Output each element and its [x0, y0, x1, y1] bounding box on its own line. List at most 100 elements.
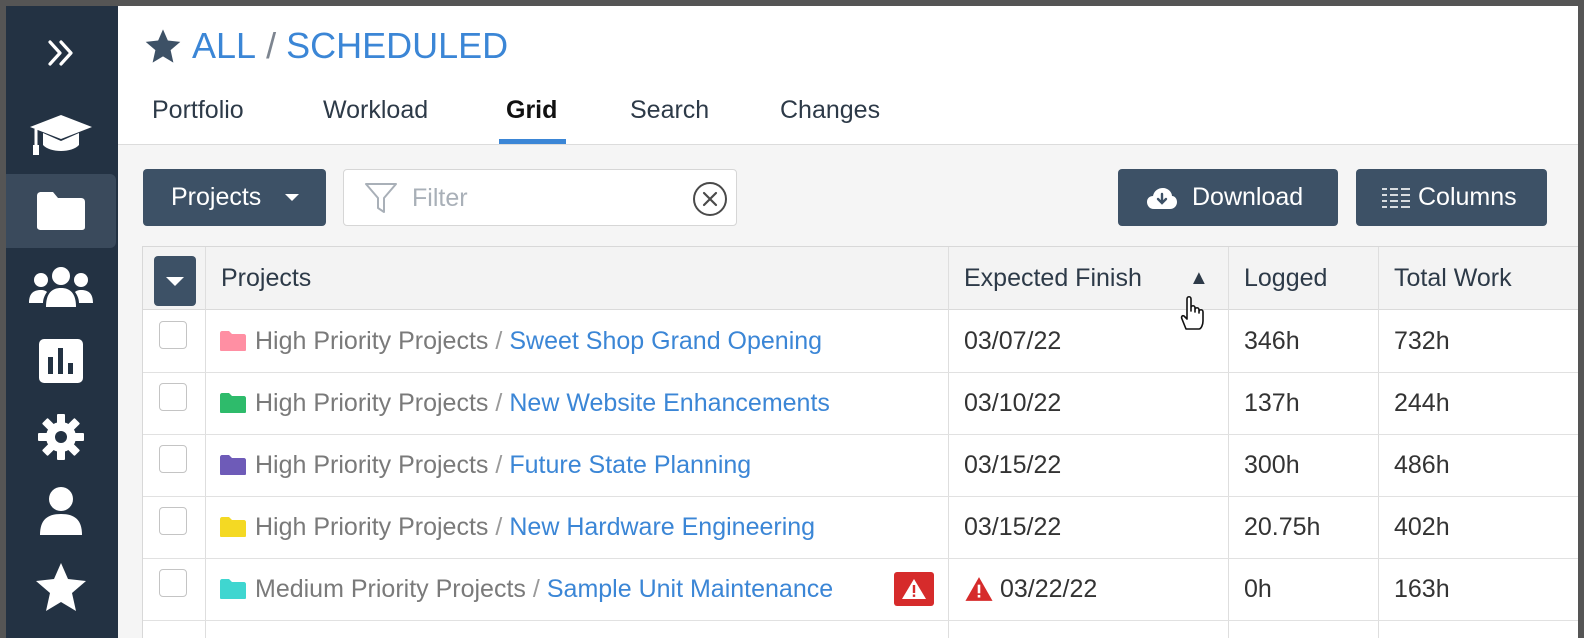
expand-sidebar-button[interactable]: [6, 16, 116, 90]
path-separator: /: [495, 326, 503, 355]
project-link[interactable]: Sweet Shop Grand Opening: [509, 327, 822, 356]
graduation-cap-icon: [30, 115, 92, 155]
tab-portfolio[interactable]: Portfolio: [152, 92, 244, 144]
download-button[interactable]: Download: [1118, 169, 1338, 226]
row-checkbox[interactable]: [159, 445, 187, 473]
tab-grid[interactable]: Grid: [506, 92, 557, 144]
select-all-dropdown[interactable]: [154, 256, 196, 306]
project-group-label: Medium Priority Projects: [255, 574, 526, 603]
row-checkbox[interactable]: [159, 321, 187, 349]
filter-input[interactable]: [410, 182, 674, 214]
filter-funnel-icon: [365, 183, 397, 213]
star-icon: [36, 563, 86, 611]
double-chevron-right-icon: [48, 40, 73, 66]
projects-dropdown-button[interactable]: Projects: [143, 169, 326, 226]
table-row[interactable]: Medium Priority Projects / Sample Unit M…: [143, 558, 1578, 621]
column-header-projects[interactable]: Projects: [221, 247, 311, 309]
logged-cell: 20.75h: [1244, 512, 1321, 541]
folder-icon: [220, 331, 246, 351]
project-group-label: High Priority Projects: [255, 450, 489, 479]
grid-header-row: Projects Expected Finish ▲ Logged Total …: [143, 247, 1578, 330]
warning-triangle-icon: [965, 577, 993, 601]
expected-finish-cell: 03/15/22: [964, 450, 1062, 479]
total-work-cell: 732h: [1394, 326, 1450, 355]
logged-cell: 0h: [1244, 574, 1272, 603]
filter-field[interactable]: [343, 169, 737, 226]
table-row[interactable]: High Priority Projects / New Hardware En…: [143, 496, 1578, 559]
project-link[interactable]: New Hardware Engineering: [509, 513, 815, 542]
expected-finish-cell: 03/07/22: [964, 326, 1062, 355]
sidebar-item-people[interactable]: [6, 250, 116, 324]
columns-button[interactable]: Columns: [1356, 169, 1547, 226]
tab-search[interactable]: Search: [630, 92, 709, 144]
path-separator: /: [495, 388, 503, 417]
caret-down-icon: [285, 194, 299, 201]
project-cell: High Priority Projects / New Hardware En…: [219, 496, 815, 558]
logged-cell: 300h: [1244, 450, 1300, 479]
row-checkbox[interactable]: [159, 569, 187, 597]
caret-down-icon: [166, 277, 184, 286]
bar-chart-icon: [39, 339, 83, 383]
column-header-logged[interactable]: Logged: [1244, 247, 1327, 309]
warning-triangle-icon: [902, 579, 926, 599]
project-link[interactable]: New Website Enhancements: [509, 389, 830, 418]
project-group-label: High Priority Projects: [255, 388, 489, 417]
path-separator: /: [532, 574, 540, 603]
expected-finish-cell: 03/10/22: [964, 388, 1062, 417]
project-link[interactable]: Future State Planning: [509, 451, 751, 480]
column-header-expected-finish[interactable]: Expected Finish: [964, 247, 1142, 309]
project-link[interactable]: Sample Unit Maintenance: [547, 575, 833, 604]
users-icon: [29, 267, 93, 307]
project-cell: High Priority Projects / New Website Enh…: [219, 372, 830, 434]
logged-cell: 137h: [1244, 388, 1300, 417]
tab-workload[interactable]: Workload: [323, 92, 428, 144]
row-checkbox[interactable]: [159, 507, 187, 535]
projects-grid: Projects Expected Finish ▲ Logged Total …: [142, 246, 1578, 638]
table-row[interactable]: High Priority Projects / Sweet Shop Gran…: [143, 310, 1578, 373]
project-cell: High Priority Projects / Sweet Shop Gran…: [219, 310, 822, 372]
logged-cell: 346h: [1244, 326, 1300, 355]
sidebar-item-settings[interactable]: [6, 400, 116, 474]
sort-ascending-icon[interactable]: ▲: [1189, 267, 1209, 290]
sidebar-item-account[interactable]: [6, 474, 116, 548]
table-row[interactable]: High Priority Projects / New Website Enh…: [143, 372, 1578, 435]
expected-finish-value: 03/22/22: [1000, 574, 1098, 603]
project-group-label: High Priority Projects: [255, 512, 489, 541]
project-cell: Medium Priority Projects / Sample Unit M…: [219, 558, 833, 620]
expected-finish-cell: 03/22/22: [964, 558, 1097, 620]
warning-badge[interactable]: [894, 572, 934, 606]
star-icon[interactable]: [144, 28, 182, 64]
sidebar: [6, 6, 118, 638]
gear-icon: [38, 414, 84, 460]
folder-icon: [37, 192, 85, 230]
cloud-download-icon: [1147, 187, 1177, 209]
folder-icon: [220, 393, 246, 413]
path-separator: /: [495, 512, 503, 541]
table-row[interactable]: High Priority Projects / Future State Pl…: [143, 434, 1578, 497]
tab-changes[interactable]: Changes: [780, 92, 880, 144]
sidebar-item-learning[interactable]: [6, 98, 116, 172]
folder-icon: [220, 455, 246, 475]
app-window: ALL / SCHEDULED Portfolio Workload Grid …: [6, 6, 1578, 638]
breadcrumb-separator: /: [266, 25, 277, 66]
clear-filter-icon[interactable]: [692, 181, 728, 217]
projects-dropdown-label: Projects: [171, 183, 262, 211]
breadcrumb-current-link[interactable]: SCHEDULED: [286, 25, 508, 67]
total-work-cell: 486h: [1394, 450, 1450, 479]
row-checkbox[interactable]: [159, 383, 187, 411]
folder-icon: [220, 517, 246, 537]
path-separator: /: [495, 450, 503, 479]
sidebar-item-reports[interactable]: [6, 324, 116, 398]
folder-icon: [220, 579, 246, 599]
sidebar-item-projects[interactable]: [6, 174, 116, 248]
page-header: ALL / SCHEDULED Portfolio Workload Grid …: [118, 6, 1578, 145]
active-tab-indicator: [499, 139, 566, 144]
expected-finish-cell: 03/15/22: [964, 512, 1062, 541]
breadcrumb-root-link[interactable]: ALL: [192, 25, 256, 67]
column-header-total-work[interactable]: Total Work: [1394, 247, 1512, 309]
sidebar-item-favorites[interactable]: [6, 550, 116, 624]
breadcrumb: ALL / SCHEDULED: [144, 24, 508, 68]
total-work-cell: 163h: [1394, 574, 1450, 603]
total-work-cell: 402h: [1394, 512, 1450, 541]
project-cell: High Priority Projects / Future State Pl…: [219, 434, 751, 496]
